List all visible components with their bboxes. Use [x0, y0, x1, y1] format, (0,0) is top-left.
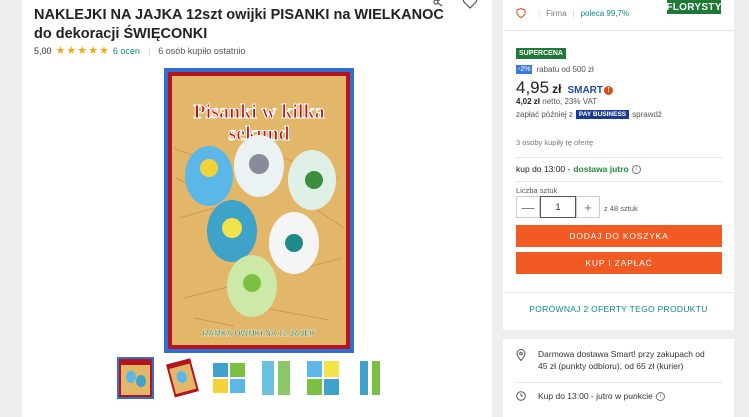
discount-row: -2% rabatu od 500 zł — [516, 65, 594, 74]
main-product-image[interactable]: Pisanki w kilka sekund RAMKA OWIJKI NA 1… — [164, 68, 354, 353]
star-icon: ★ — [77, 45, 88, 57]
thumbnail-2[interactable] — [164, 357, 201, 399]
qty-label: Liczba sztuk — [516, 186, 558, 195]
netto-price: 4,02 zł — [516, 97, 541, 106]
seller-recommend[interactable]: poleca 99,7% — [581, 9, 629, 18]
divider-line — [516, 157, 722, 158]
info-icon[interactable]: i — [655, 391, 665, 401]
thumbnail-5[interactable] — [305, 357, 342, 399]
seller-brand-badge[interactable]: FLORYSTY — [666, 0, 721, 14]
netto-text: netto, 23% VAT — [540, 97, 598, 106]
delivery-prefix: kup do 13:00 - — [516, 164, 571, 174]
pay-business-badge: PAY BUSINESS — [575, 110, 630, 119]
free-shipping-text: Darmowa dostawa Smart! przy zakupach od … — [538, 349, 705, 371]
separator: | — [147, 46, 151, 56]
rating-value: 5,00 — [34, 46, 52, 56]
star-icon: ★ — [88, 45, 99, 57]
shipping-card: Darmowa dostawa Smart! przy zakupach od … — [503, 339, 734, 417]
price-currency: zł — [552, 82, 562, 96]
delivery-row: kup do 13:00 - dostawa jutro i — [516, 164, 641, 174]
rating-row: 5,00 ★ ★ ★ ★ ★ 6 ocen | 6 osób kupiło os… — [34, 45, 246, 57]
page-edge — [740, 0, 749, 417]
smart-label: SMART — [567, 85, 603, 96]
quantity-input[interactable] — [540, 196, 576, 218]
divider: | — [572, 8, 575, 18]
netto-row: 4,02 zł netto, 23% VAT — [516, 97, 597, 106]
star-icon: ★ — [99, 45, 109, 57]
divider-line — [516, 382, 722, 383]
seller-type: Firma — [546, 8, 567, 18]
discount-badge: -2% — [516, 65, 533, 74]
divider-line — [503, 30, 734, 31]
location-pin-icon — [516, 349, 526, 361]
compare-offers-link[interactable]: PORÓWNAJ 2 OFERTY TEGO PRODUKTU — [503, 304, 734, 314]
thumbnail-strip — [117, 357, 389, 399]
delivery-green: dostawa jutro — [573, 164, 629, 174]
divider-line — [503, 292, 734, 293]
pay-later-link[interactable]: sprawdź — [632, 110, 662, 119]
qty-available: z 48 sztuk — [604, 204, 638, 213]
quantity-stepper: — + — [516, 196, 600, 218]
product-title: NAKLEJKI NA JAJKA 12szt owijki PISANKI n… — [34, 7, 444, 42]
thumbnail-1[interactable] — [117, 357, 154, 399]
pickup-row: Kup do 13:00 - jutro w punkcie i — [516, 391, 665, 401]
star-icon: ★ — [55, 45, 66, 57]
discount-text: rabatu od 500 zł — [536, 65, 594, 74]
star-icon: ★ — [66, 45, 77, 57]
bought-offer: 3 osoby kupiły tę ofertę — [516, 138, 594, 147]
thumbnail-3[interactable] — [211, 357, 248, 399]
offer-card: | Firma | poleca 99,7% FLORYSTY SUPERCEN… — [503, 0, 734, 330]
increment-button[interactable]: + — [576, 196, 600, 218]
seller-row: | Firma | poleca 99,7% — [516, 8, 629, 18]
smart-bang-icon: ! — [604, 86, 613, 95]
thumbnail-6[interactable] — [352, 357, 389, 399]
clock-icon — [516, 391, 526, 401]
price-value: 4,95 — [516, 78, 550, 97]
package-title-line1: Pisanki w kilka — [193, 101, 324, 123]
rating-stars: ★ ★ ★ ★ ★ — [55, 45, 109, 57]
package-bottom-text: RAMKA OWIJKI NA 12 JAJEK — [203, 329, 316, 338]
pay-later-row: zapłać później z PAY BUSINESS sprawdź — [516, 110, 662, 119]
add-to-cart-button[interactable]: DODAJ DO KOSZYKA — [516, 225, 722, 247]
divider: | — [538, 8, 541, 18]
shield-icon — [516, 8, 526, 18]
pay-later-prefix: zapłać później z — [516, 110, 573, 119]
decrement-button[interactable]: — — [516, 196, 540, 218]
bought-recently: 6 osób kupiło ostatnio — [158, 46, 246, 56]
price-row: 4,95 zł SMART ! — [516, 78, 613, 98]
info-icon[interactable]: i — [631, 164, 641, 174]
free-shipping-row: Darmowa dostawa Smart! przy zakupach od … — [516, 348, 708, 372]
divider-line — [516, 181, 722, 182]
supercena-badge: SUPERCENA — [516, 48, 566, 59]
thumbnail-4[interactable] — [258, 357, 295, 399]
heart-icon[interactable] — [462, 0, 478, 10]
product-card: NAKLEJKI NA JAJKA 12szt owijki PISANKI n… — [22, 0, 492, 417]
pickup-text: Kup do 13:00 - jutro w punkcie — [538, 391, 653, 401]
reviews-link[interactable]: 6 ocen — [113, 46, 140, 56]
buy-now-button[interactable]: KUP I ZAPŁAĆ — [516, 252, 722, 274]
smart-logo: SMART ! — [567, 85, 613, 96]
